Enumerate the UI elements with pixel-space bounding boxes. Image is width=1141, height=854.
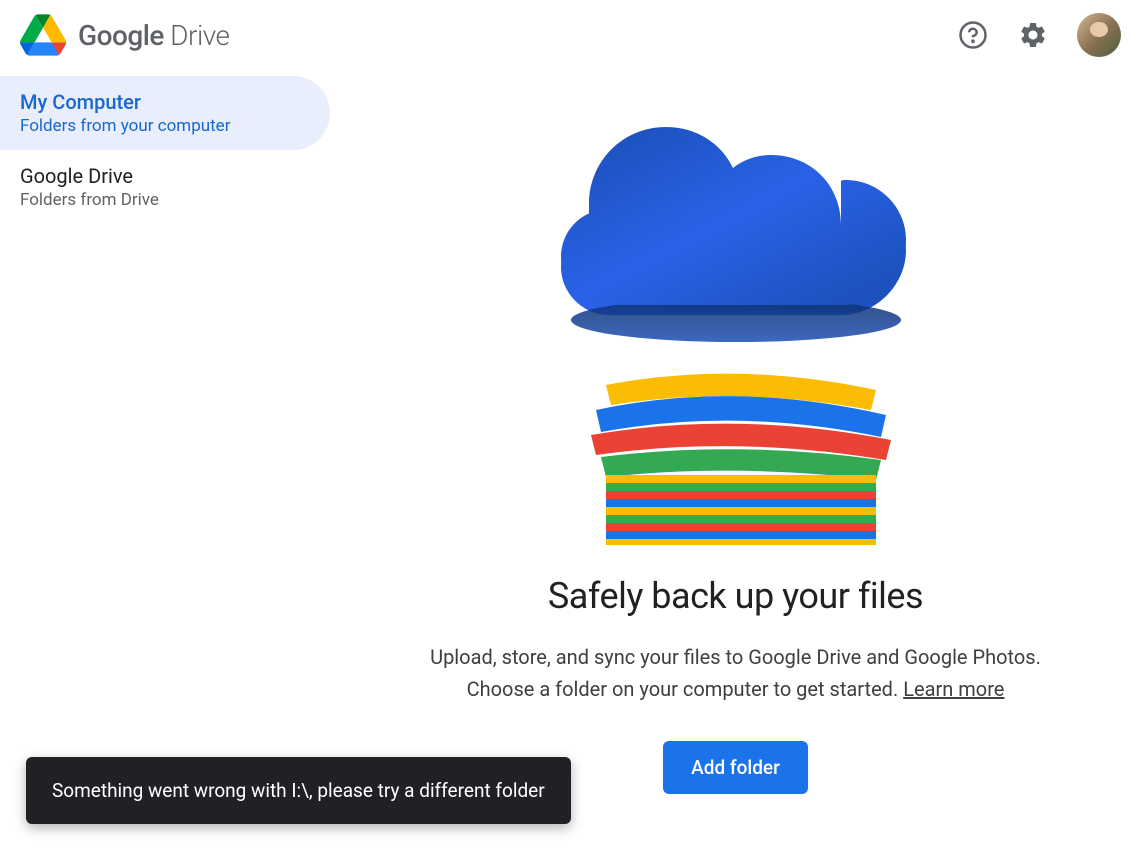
page-description: Upload, store, and sync your files to Go… xyxy=(430,641,1041,705)
logo-text: Google Drive xyxy=(78,19,230,52)
sidebar-item-google-drive[interactable]: Google Drive Folders from Drive xyxy=(0,150,330,224)
page-heading: Safely back up your files xyxy=(548,575,923,617)
add-folder-button[interactable]: Add folder xyxy=(663,741,808,794)
sidebar: My Computer Folders from your computer G… xyxy=(0,70,330,854)
sidebar-item-title: Google Drive xyxy=(20,164,310,188)
backup-illustration xyxy=(546,125,926,545)
avatar[interactable] xyxy=(1077,13,1121,57)
logo-area: Google Drive xyxy=(20,14,230,56)
learn-more-link[interactable]: Learn more xyxy=(903,677,1004,701)
toast-message: Something went wrong with I:\, please tr… xyxy=(52,779,545,802)
content: Safely back up your files Upload, store,… xyxy=(330,70,1141,854)
main: My Computer Folders from your computer G… xyxy=(0,70,1141,854)
error-toast: Something went wrong with I:\, please tr… xyxy=(26,757,571,824)
sidebar-item-subtitle: Folders from Drive xyxy=(20,190,310,210)
sidebar-item-title: My Computer xyxy=(20,90,310,114)
sidebar-item-my-computer[interactable]: My Computer Folders from your computer xyxy=(0,76,330,150)
header-actions xyxy=(957,13,1121,57)
sidebar-item-subtitle: Folders from your computer xyxy=(20,116,310,136)
help-icon[interactable] xyxy=(957,19,989,51)
drive-logo-icon xyxy=(20,14,66,56)
header: Google Drive xyxy=(0,0,1141,70)
settings-gear-icon[interactable] xyxy=(1017,19,1049,51)
